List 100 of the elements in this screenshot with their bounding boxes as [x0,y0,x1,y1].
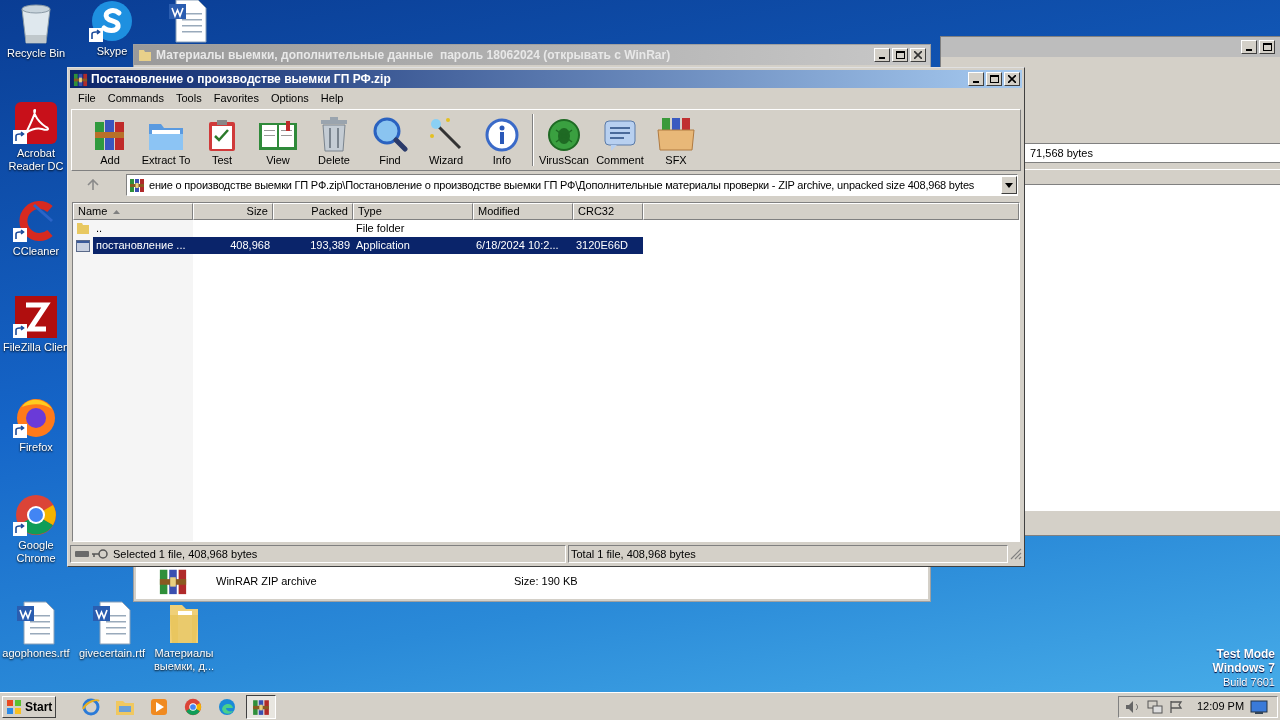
document-icon [168,0,208,43]
table-cell: 3120E66D [576,239,628,252]
shortcut-arrow-icon [13,228,27,242]
menu-item[interactable]: Options [264,90,315,107]
desktop-icon-label: Материалы выемки, д... [152,647,216,673]
shortcut-arrow-icon [89,28,103,42]
archive-icon [129,177,145,193]
desktop-icon-label: Recycle Bin [5,47,67,60]
application-icon [76,239,90,252]
toolbar-button[interactable]: Delete [306,111,362,167]
minimize-button[interactable] [1241,40,1257,54]
desktop-icon-label: Firefox [18,441,54,454]
test-mode-text: Build 7601 [1223,675,1275,689]
toolbar-button[interactable]: Extract To [138,111,194,167]
play-icon [150,697,169,716]
file-size-text: Size: 190 KB [514,573,578,589]
desktop-icon-label: agophones.rtf [2,647,70,660]
edge-icon [218,697,237,716]
network-icon[interactable] [1147,699,1163,714]
file-row[interactable]: постановление ... 408,968 193,389 Application 6/18/2024 10:2... 3120E66D [93,237,643,254]
close-button[interactable] [1004,72,1020,86]
flag-icon[interactable] [1169,699,1183,714]
desktop-icon[interactable] [13,102,59,144]
table-cell: File folder [356,222,405,235]
globe-icon [81,696,102,717]
shortcut-arrow-icon [13,424,27,438]
windows-flag-icon [6,698,22,715]
desktop-icon-label: Skype [95,45,129,58]
address-combobox[interactable]: ение о производстве выемки ГП РФ.zip\Постановление о производстве выемки ГП РФ\Дополнительные материалы проверки - ZIP archive, unpacked size 408,968 bytes [126,174,1018,196]
table-cell: .. [96,222,103,235]
menu-item[interactable]: Tools [170,90,208,107]
close-icon [914,51,922,59]
note-icon [603,118,637,152]
minimize-button[interactable] [874,48,890,62]
acrobat-icon [14,101,58,145]
table-cell: 6/18/2024 10:2... [476,239,559,252]
file-row[interactable]: .. File folder [93,220,643,237]
chrome-icon [14,493,58,537]
desktop-icon-label: CCleaner [11,245,61,258]
maximize-button[interactable] [1259,40,1275,54]
desktop-icon-label: givecertain.rtf [78,647,146,660]
toolbar-button[interactable]: SFX [648,111,704,167]
status-text: Selected 1 file, 408,968 bytes [113,546,258,562]
menu-item[interactable]: Help [314,90,350,107]
shortcut-arrow-icon [13,522,27,536]
speaker-icon[interactable] [1125,699,1141,714]
show-desktop-icon[interactable] [1250,699,1269,714]
menu-item[interactable]: Commands [101,90,170,107]
test-mode-text: Windows 7 [1212,661,1275,675]
desktop-icon[interactable] [89,0,135,42]
books-icon [93,118,127,152]
bug-icon [547,118,581,152]
column-header[interactable]: CRC32 [573,203,643,220]
filezilla-icon [14,295,58,339]
table-cell: 408,968 [230,239,270,252]
toolbar-button[interactable]: Test [194,111,250,167]
file-type-text: WinRAR ZIP archive [216,573,318,589]
minimize-button[interactable] [968,72,984,86]
folder-icon [138,48,152,62]
clipboard-icon [206,118,238,152]
desktop-icon-label: Acrobat Reader DC [7,147,65,173]
clock[interactable]: 12:09 PM [1197,698,1245,715]
column-header[interactable]: Modified [473,203,573,220]
test-mode-text: Test Mode [1216,647,1275,661]
skype-icon [91,0,133,42]
taskbar-button[interactable] [246,694,277,719]
desktop-icon[interactable] [13,296,59,338]
document-icon [92,601,132,645]
table-cell: Application [356,239,410,252]
menu-item[interactable]: Favorites [207,90,265,107]
toolbar-button[interactable]: VirusScan [536,111,592,167]
menu-item[interactable]: File [72,90,102,107]
maximize-button[interactable] [986,72,1002,86]
toolbar-button[interactable]: Find [362,111,418,167]
toolbar-button[interactable]: View [250,111,306,167]
start-button[interactable]: Start [2,695,57,718]
column-header[interactable]: Size [193,203,273,220]
info-icon [485,118,519,152]
toolbar-button[interactable]: Wizard [418,111,474,167]
column-header[interactable]: Name [73,203,193,220]
box-icon [656,116,696,152]
column-header[interactable]: Type [353,203,473,220]
book-icon [258,120,298,152]
resize-grip-icon[interactable] [1010,548,1022,560]
search-icon [372,116,408,152]
toolbar-button[interactable]: Add [82,111,138,167]
table-cell: постановление ... [96,239,186,252]
close-button[interactable] [910,48,926,62]
sort-arrow-icon [113,209,121,214]
toolbar-button[interactable]: Comment [592,111,648,167]
maximize-button[interactable] [892,48,908,62]
dropdown-button[interactable] [1001,176,1017,194]
up-arrow-icon [87,179,99,191]
trash-icon [318,116,350,152]
toolbar-button[interactable]: Info [474,111,530,167]
archive-icon [252,697,271,716]
key-icon [92,549,108,559]
drive-icon [75,551,89,557]
column-header[interactable]: Packed [273,203,353,220]
desktop-icon[interactable] [13,494,59,536]
